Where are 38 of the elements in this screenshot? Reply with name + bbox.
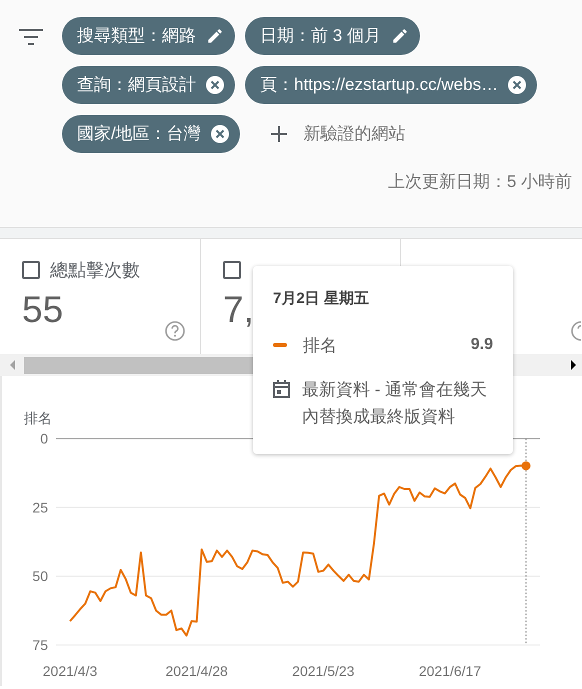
help-icon[interactable] bbox=[165, 321, 185, 341]
x-tick-label: 2021/4/28 bbox=[166, 663, 228, 679]
calendar-icon bbox=[273, 380, 290, 398]
remove-icon[interactable] bbox=[210, 125, 229, 143]
axis-title: 排名 bbox=[24, 410, 52, 426]
x-tick-label: 2021/4/3 bbox=[42, 663, 98, 679]
add-filter-button[interactable]: 新驗證的網站 bbox=[250, 115, 406, 153]
pencil-icon[interactable] bbox=[206, 27, 224, 45]
filter-chip[interactable]: 日期：前 3 個月 bbox=[245, 17, 420, 55]
filter-chip[interactable]: 國家/地區：台灣 bbox=[62, 115, 240, 153]
tooltip-note: 最新資料 - 通常會在幾天內替換成最終版資料 bbox=[302, 379, 488, 428]
metric-label: 總點擊次數 bbox=[50, 258, 140, 282]
metric-value: 7, bbox=[223, 288, 254, 332]
y-tick-label: 50 bbox=[32, 568, 48, 584]
x-tick-label: 2021/5/23 bbox=[292, 663, 354, 679]
y-tick-label: 75 bbox=[32, 637, 48, 653]
series-name: 排名 bbox=[303, 334, 338, 356]
filter-chip[interactable]: 頁：https://ezstartup.cc/webs… bbox=[245, 66, 538, 104]
series-marker bbox=[273, 343, 287, 348]
filter-chip[interactable]: 查詢：網頁設計 bbox=[62, 66, 235, 104]
x-tick-label: 2021/6/17 bbox=[418, 663, 482, 679]
metric-checkbox[interactable] bbox=[22, 261, 40, 279]
filter-icon[interactable] bbox=[19, 28, 43, 46]
metric-checkbox[interactable] bbox=[223, 261, 241, 279]
last-updated-text: 上次更新日期：5 小時前 bbox=[388, 172, 572, 191]
y-tick-label: 25 bbox=[32, 499, 48, 516]
scrollbar-thumb[interactable] bbox=[24, 356, 253, 374]
pencil-icon[interactable] bbox=[390, 27, 409, 45]
metric-value: 55 bbox=[22, 288, 64, 332]
plus-icon bbox=[270, 125, 288, 143]
y-tick-label: 0 bbox=[40, 430, 48, 447]
remove-icon[interactable] bbox=[206, 76, 224, 94]
filter-chip[interactable]: 搜尋類型：網路 bbox=[62, 17, 235, 55]
series-value: 9.9 bbox=[470, 335, 493, 356]
tooltip-date: 7月2日 星期五 bbox=[273, 289, 370, 309]
remove-icon[interactable] bbox=[508, 76, 526, 94]
data-point bbox=[522, 461, 530, 470]
help-icon[interactable] bbox=[571, 321, 581, 341]
